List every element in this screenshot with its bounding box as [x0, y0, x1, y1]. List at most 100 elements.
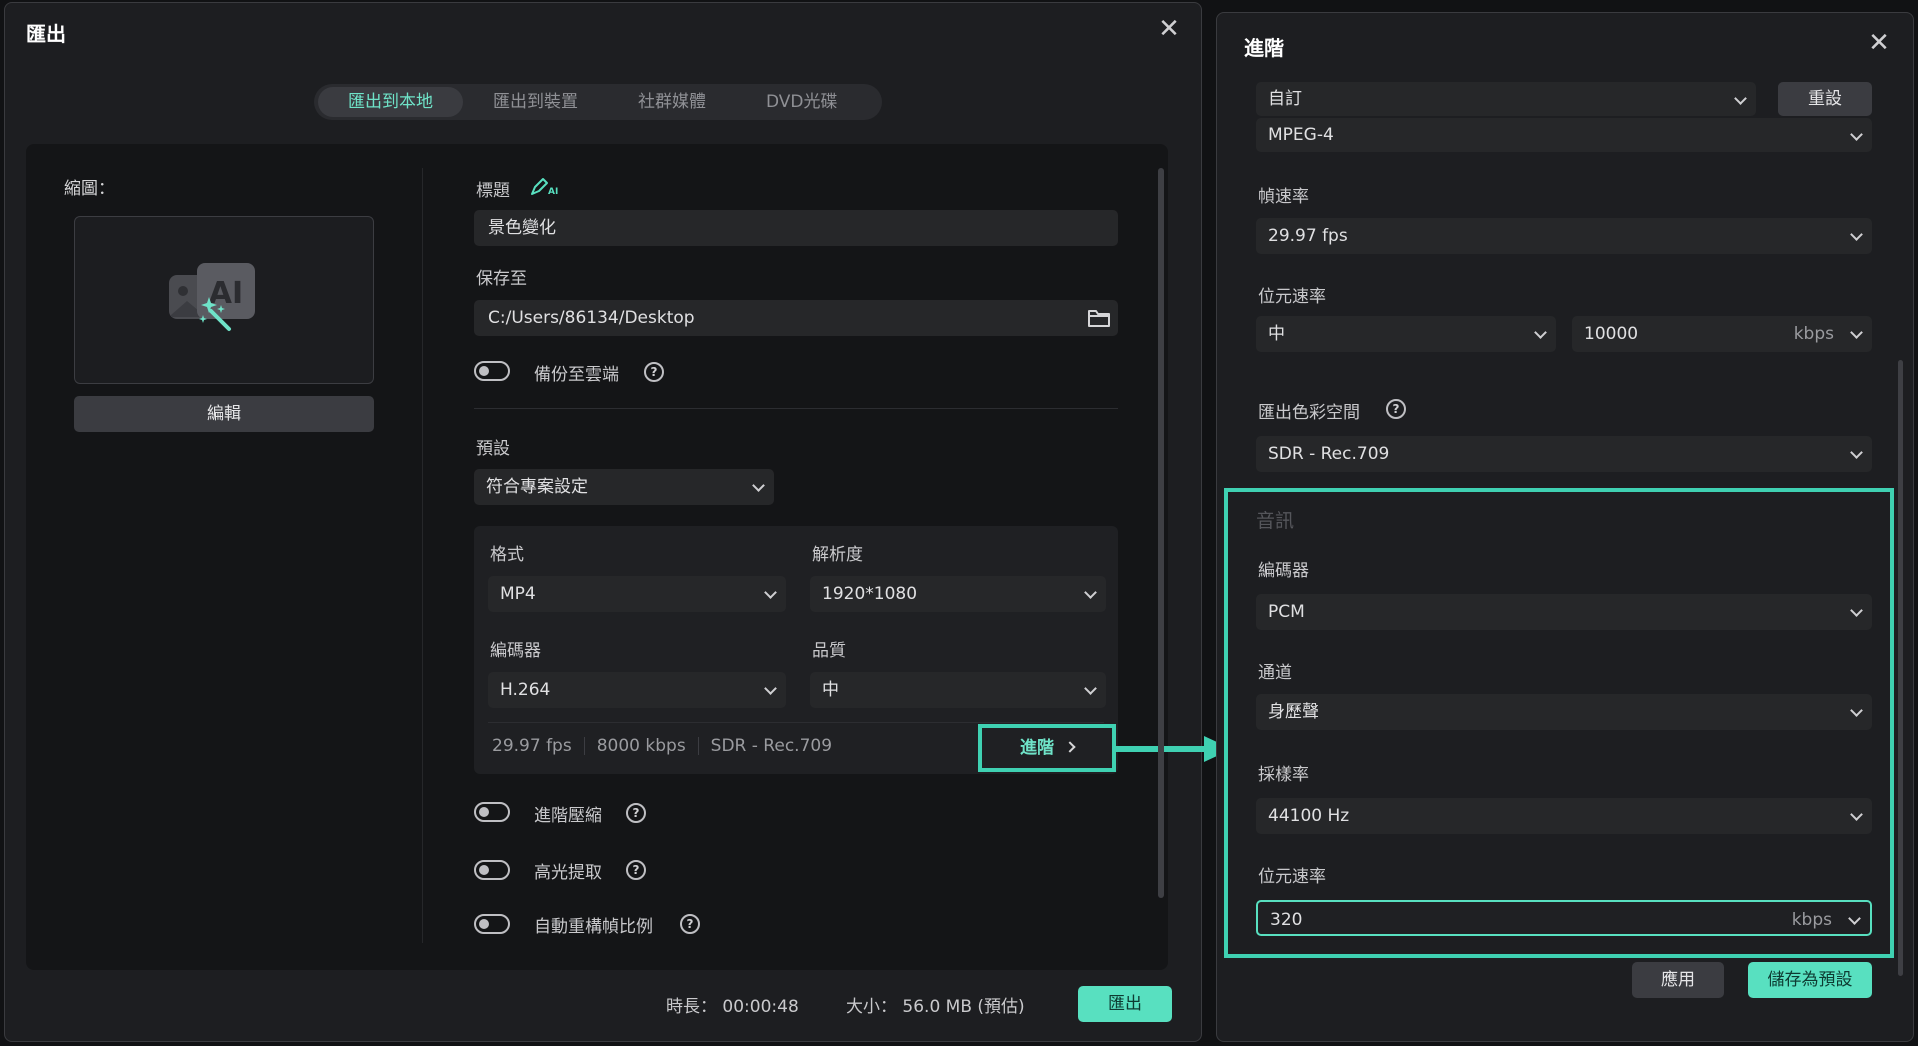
summary-bitrate: 8000 kbps — [596, 736, 686, 756]
encoder-select[interactable]: H.264 — [488, 672, 786, 708]
save-path-text: C:/Users/86134/Desktop — [488, 308, 695, 328]
audio-bitrate-unit: kbps — [1791, 910, 1832, 930]
tab-dvd[interactable]: DVD光碟 — [736, 87, 868, 117]
size-value: 56.0 MB (預估) — [902, 997, 1025, 1017]
summary-fps: 29.97 fps — [492, 736, 572, 756]
title-label: 標題 — [476, 181, 510, 201]
preset-select[interactable]: 符合專案設定 — [474, 469, 774, 505]
tab-export-device[interactable]: 匯出到裝置 — [463, 87, 608, 117]
close-icon[interactable]: ✕ — [1156, 16, 1182, 42]
audio-encoder-label: 編碼器 — [1258, 561, 1309, 581]
help-icon[interactable]: ? — [626, 803, 646, 823]
chevron-down-icon — [1850, 810, 1862, 822]
export-summary: 29.97 fps 8000 kbps SDR - Rec.709 — [492, 736, 832, 756]
ai-pen-icon[interactable]: AI — [530, 176, 560, 196]
video-bitrate-unit: kbps — [1793, 324, 1834, 344]
folder-icon[interactable] — [1088, 308, 1110, 328]
frame-rate-label: 幀速率 — [1258, 187, 1309, 207]
color-space-select[interactable]: SDR - Rec.709 — [1256, 436, 1872, 472]
advanced-compression-toggle[interactable] — [474, 802, 510, 822]
advanced-scrollbar[interactable] — [1898, 360, 1903, 976]
duration-value: 00:00:48 — [722, 997, 799, 1017]
chevron-down-icon — [1850, 130, 1862, 142]
chevron-down-icon — [1084, 588, 1096, 600]
color-space-value: SDR - Rec.709 — [1268, 444, 1390, 464]
help-icon[interactable]: ? — [680, 914, 700, 934]
profile-select[interactable]: 自訂 — [1256, 82, 1756, 116]
channel-label: 通道 — [1258, 663, 1292, 683]
quality-value: 中 — [822, 680, 839, 700]
chevron-down-icon — [1850, 328, 1862, 340]
quality-select[interactable]: 中 — [810, 672, 1106, 708]
encoder-value: H.264 — [500, 680, 551, 700]
highlight-extract-toggle[interactable] — [474, 860, 510, 880]
chevron-right-icon — [1064, 741, 1076, 753]
svg-text:AI: AI — [548, 187, 558, 196]
help-icon[interactable]: ? — [626, 860, 646, 880]
format-label: 格式 — [490, 545, 524, 565]
resolution-value: 1920*1080 — [822, 584, 918, 604]
export-scrollbar[interactable] — [1158, 168, 1164, 898]
chevron-down-icon — [764, 684, 776, 696]
video-encoder-select[interactable]: MPEG-4 — [1256, 118, 1872, 152]
video-bitrate-level-select[interactable]: 中 — [1256, 316, 1556, 352]
chevron-down-icon — [1848, 914, 1860, 926]
chevron-down-icon — [1534, 328, 1546, 340]
save-path-input[interactable]: C:/Users/86134/Desktop — [474, 300, 1118, 336]
video-bitrate-value: 10000 — [1584, 324, 1639, 344]
chevron-down-icon — [752, 481, 764, 493]
video-bitrate-level: 中 — [1268, 324, 1285, 344]
video-bitrate-input[interactable]: 10000 kbps — [1572, 316, 1872, 352]
audio-bitrate-input[interactable]: 320 kbps — [1256, 900, 1872, 936]
backup-cloud-toggle[interactable] — [474, 361, 510, 381]
duration: 時長： 00:00:48 — [666, 992, 799, 1017]
audio-encoder-select[interactable]: PCM — [1256, 594, 1872, 630]
help-icon[interactable]: ? — [644, 362, 664, 382]
audio-section-label: 音訊 — [1256, 510, 1295, 532]
help-icon[interactable]: ? — [1386, 399, 1406, 419]
tab-social-media[interactable]: 社群媒體 — [608, 87, 736, 117]
format-select[interactable]: MP4 — [488, 576, 786, 612]
export-button[interactable]: 匯出 — [1078, 986, 1172, 1022]
sample-rate-label: 採樣率 — [1258, 765, 1309, 785]
frame-rate-select[interactable]: 29.97 fps — [1256, 218, 1872, 254]
arrow-right-icon — [1116, 736, 1232, 762]
advanced-button[interactable]: 進階 — [978, 724, 1116, 772]
title-input[interactable]: 景色變化 — [474, 210, 1118, 246]
dialog-title: 匯出 — [26, 22, 66, 46]
thumbnail-preview: AI — [74, 216, 374, 384]
auto-reframe-label: 自動重構幀比例 — [534, 917, 653, 937]
apply-button[interactable]: 應用 — [1632, 962, 1724, 998]
reset-button[interactable]: 重設 — [1778, 82, 1872, 116]
chevron-down-icon — [1734, 94, 1746, 106]
size-label: 大小： — [846, 997, 897, 1017]
save-preset-button[interactable]: 儲存為預設 — [1748, 962, 1872, 998]
duration-label: 時長： — [666, 997, 717, 1017]
backup-cloud-label: 備份至雲端 — [534, 365, 619, 385]
quality-label: 品質 — [812, 641, 846, 661]
frame-rate-value: 29.97 fps — [1268, 226, 1348, 246]
resolution-select[interactable]: 1920*1080 — [810, 576, 1106, 612]
ai-image-icon: AI — [169, 263, 255, 331]
edit-thumbnail-button[interactable]: 編輯 — [74, 396, 374, 432]
encoder-label: 編碼器 — [490, 641, 541, 661]
summary-separator — [583, 737, 585, 755]
tab-export-local[interactable]: 匯出到本地 — [318, 87, 463, 117]
thumbnail-label: 縮圖： — [64, 179, 115, 199]
audio-bitrate-label: 位元速率 — [1258, 867, 1326, 887]
save-to-label: 保存至 — [476, 269, 527, 289]
column-divider — [422, 168, 423, 943]
color-space-label: 匯出色彩空間 — [1258, 403, 1360, 423]
close-icon[interactable]: ✕ — [1866, 30, 1892, 56]
chevron-down-icon — [1850, 230, 1862, 242]
channel-select[interactable]: 身歷聲 — [1256, 694, 1872, 730]
export-tabs: 匯出到本地 匯出到裝置 社群媒體 DVD光碟 — [314, 84, 882, 120]
chevron-down-icon — [1850, 606, 1862, 618]
auto-reframe-toggle[interactable] — [474, 914, 510, 934]
channel-value: 身歷聲 — [1268, 702, 1319, 722]
advanced-compression-label: 進階壓縮 — [534, 806, 602, 826]
chevron-down-icon — [1084, 684, 1096, 696]
sample-rate-select[interactable]: 44100 Hz — [1256, 798, 1872, 834]
advanced-button-label: 進階 — [1020, 738, 1054, 758]
file-size: 大小： 56.0 MB (預估) — [846, 992, 1025, 1017]
